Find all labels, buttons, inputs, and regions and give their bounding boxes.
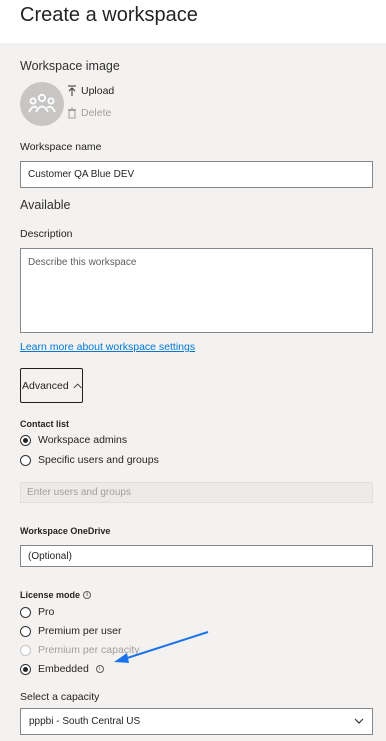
capacity-select[interactable]: pppbi - South Central US <box>20 708 373 735</box>
workspace-image-label: Workspace image <box>20 59 120 73</box>
workspace-name-input[interactable]: Customer QA Blue DEV <box>20 161 373 188</box>
radio-button[interactable] <box>20 663 31 675</box>
license-mode-label: License mode <box>20 590 81 600</box>
radio-button[interactable] <box>20 434 31 446</box>
advanced-label: Advanced <box>22 379 69 392</box>
radio-workspace-admins[interactable]: Workspace admins <box>20 434 127 446</box>
availability-status: Available <box>20 198 71 212</box>
workspace-settings-link[interactable]: Learn more about workspace settings <box>20 341 195 353</box>
delete-button[interactable]: Delete <box>67 107 111 119</box>
radio-button[interactable] <box>20 454 31 466</box>
radio-specific-users[interactable]: Specific users and groups <box>20 454 159 466</box>
upload-icon <box>68 85 76 96</box>
radio-button <box>20 644 31 656</box>
onedrive-input[interactable]: (Optional) <box>20 545 373 567</box>
page-title: Create a workspace <box>20 4 198 26</box>
radio-button[interactable] <box>20 606 31 618</box>
description-label: Description <box>20 228 73 240</box>
workspace-form-panel: Workspace image Upload Delete Workspace … <box>0 43 386 741</box>
contact-list-label: Contact list <box>20 419 70 429</box>
capacity-value: pppbi - South Central US <box>29 716 141 727</box>
advanced-toggle-button[interactable]: Advanced <box>20 368 83 403</box>
workspace-name-label: Workspace name <box>20 141 102 153</box>
description-placeholder: Describe this workspace <box>28 257 137 268</box>
chevron-up-icon <box>73 383 82 389</box>
description-textarea[interactable]: Describe this workspace <box>20 248 373 333</box>
info-icon[interactable]: i <box>83 591 92 599</box>
upload-label: Upload <box>81 85 115 97</box>
trash-icon <box>68 107 76 119</box>
users-groups-input[interactable]: Enter users and groups <box>20 482 373 503</box>
radio-button[interactable] <box>20 625 31 637</box>
group-icon <box>28 93 56 113</box>
capacity-label: Select a capacity <box>20 691 100 703</box>
radio-label: Workspace admins <box>38 434 128 446</box>
annotation-arrow <box>114 631 209 663</box>
onedrive-placeholder: (Optional) <box>28 550 72 562</box>
license-mode-header: License mode i <box>20 590 92 600</box>
delete-label: Delete <box>81 107 112 119</box>
users-groups-placeholder: Enter users and groups <box>27 487 131 498</box>
radio-label: Embedded <box>38 663 89 675</box>
onedrive-label: Workspace OneDrive <box>20 526 111 536</box>
radio-label: Specific users and groups <box>38 454 159 466</box>
chevron-down-icon <box>354 718 364 724</box>
radio-license-embedded[interactable]: Embedded i <box>20 663 104 675</box>
workspace-name-value: Customer QA Blue DEV <box>28 169 135 180</box>
dialog-header: Create a workspace <box>0 0 386 43</box>
radio-license-pro[interactable]: Pro <box>20 606 54 618</box>
workspace-avatar <box>20 82 64 126</box>
upload-button[interactable]: Upload <box>67 85 114 97</box>
radio-label: Pro <box>38 606 55 618</box>
